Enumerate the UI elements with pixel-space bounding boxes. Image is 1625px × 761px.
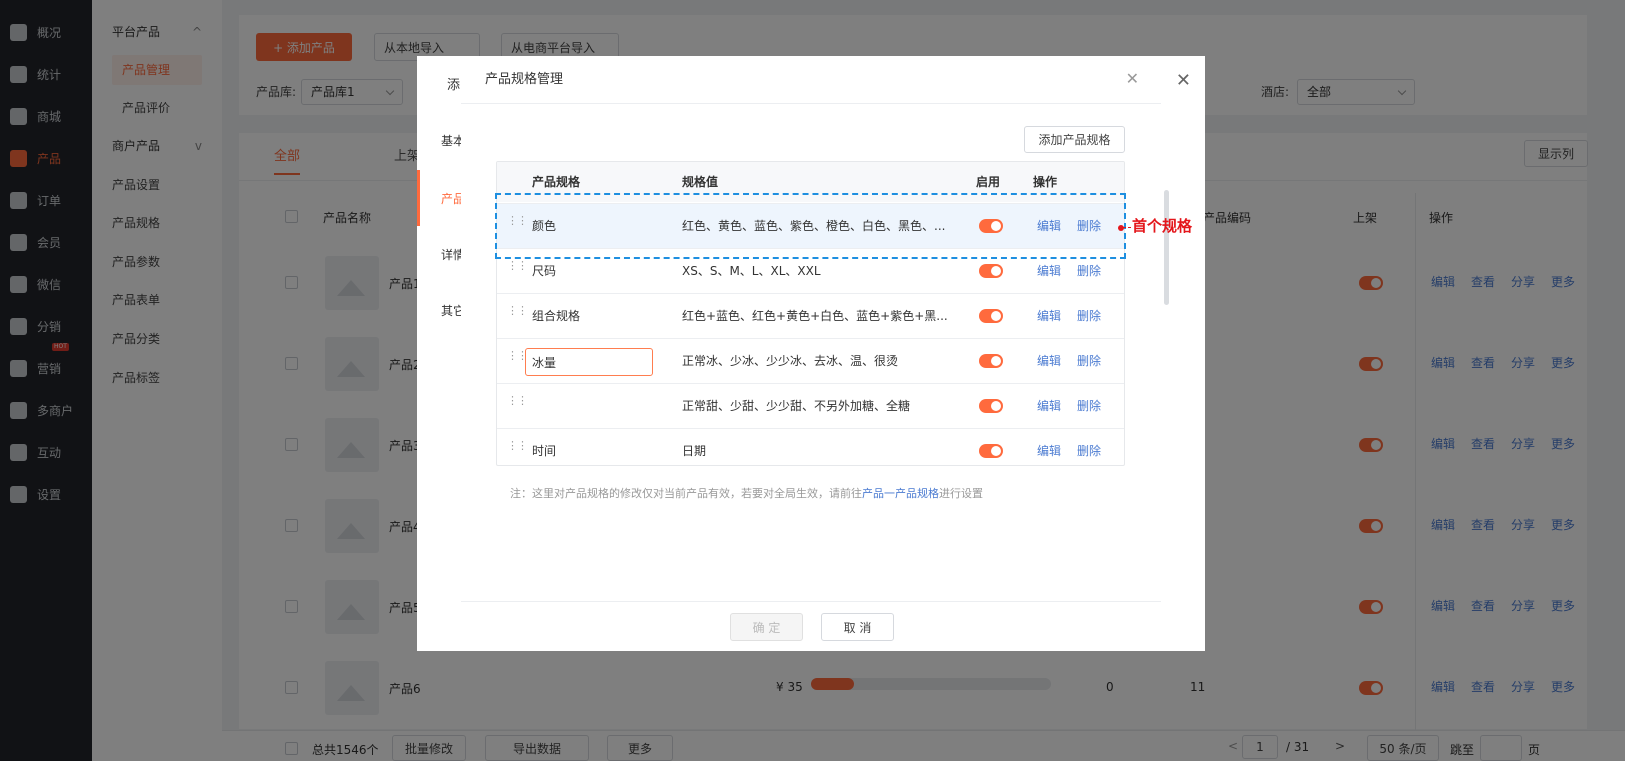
spec-name: 组合规格 bbox=[532, 309, 581, 323]
drag-handle-icon[interactable]: ⋮⋮ bbox=[507, 350, 528, 367]
close-icon[interactable]: ✕ bbox=[1176, 70, 1191, 91]
active-tab-indicator bbox=[417, 170, 420, 226]
scrollbar-thumb[interactable] bbox=[1164, 190, 1169, 305]
spec-value: 正常甜、少甜、少少甜、不另外加糖、全糖 bbox=[682, 399, 911, 413]
add-product-dialog-title: 添 bbox=[447, 78, 461, 93]
spec-value: 红色+蓝色、红色+黄色+白色、蓝色+紫色+黑... bbox=[682, 309, 948, 323]
spec-delete-link[interactable]: 删除 bbox=[1077, 384, 1101, 428]
dialog-title: 产品规格管理 bbox=[485, 72, 564, 87]
spec-row[interactable]: ⋮⋮ 时间 日期 编辑 删除 bbox=[497, 428, 1124, 465]
spec-delete-link[interactable]: 删除 bbox=[1077, 294, 1101, 338]
drag-handle-icon[interactable]: ⋮⋮ bbox=[507, 440, 528, 457]
drag-handle-icon[interactable]: ⋮⋮ bbox=[507, 260, 528, 277]
spec-delete-link[interactable]: 删除 bbox=[1077, 339, 1101, 383]
spec-row[interactable]: ⋮⋮ 正常冰、少冰、少少冰、去冰、温、很烫 编辑 删除 bbox=[497, 338, 1124, 383]
dialog-header-divider bbox=[461, 103, 1161, 104]
spec-edit-link[interactable]: 编辑 bbox=[1037, 339, 1061, 383]
enable-toggle[interactable] bbox=[979, 309, 1003, 323]
callout-connector bbox=[1123, 227, 1131, 228]
callout-label: 首个规格 bbox=[1132, 217, 1193, 235]
spec-value: 正常冰、少冰、少少冰、去冰、温、很烫 bbox=[682, 354, 899, 368]
spec-name: 时间 bbox=[532, 444, 557, 458]
spec-manage-dialog: 产品规格管理 ✕ 添加产品规格 产品规格 规格值 启用 操作 ⋮⋮ 颜色 红色、… bbox=[461, 57, 1161, 651]
spec-row[interactable]: ⋮⋮ 组合规格 红色+蓝色、红色+黄色+白色、蓝色+紫色+黑... 编辑 删除 bbox=[497, 293, 1124, 338]
spec-edit-link[interactable]: 编辑 bbox=[1037, 384, 1061, 428]
confirm-button[interactable]: 确 定 bbox=[730, 613, 803, 641]
note-text-suffix: 进行设置 bbox=[939, 487, 983, 500]
dialog-footer-divider bbox=[461, 601, 1161, 602]
enable-toggle[interactable] bbox=[979, 354, 1003, 368]
enable-toggle[interactable] bbox=[979, 264, 1003, 278]
enable-toggle[interactable] bbox=[979, 444, 1003, 458]
enable-toggle[interactable] bbox=[979, 399, 1003, 413]
note-text: 注：这里对产品规格的修改仅对当前产品有效，若要对全局生效，请前往 bbox=[510, 487, 862, 500]
first-spec-highlight bbox=[495, 193, 1126, 259]
add-spec-button[interactable]: 添加产品规格 bbox=[1024, 126, 1125, 153]
scope-note: 注：这里对产品规格的修改仅对当前产品有效，若要对全局生效，请前往产品一产品规格进… bbox=[510, 485, 983, 501]
cancel-button[interactable]: 取 消 bbox=[821, 613, 894, 641]
spec-delete-link[interactable]: 删除 bbox=[1077, 429, 1101, 465]
spec-edit-link[interactable]: 编辑 bbox=[1037, 429, 1061, 465]
spec-name-input[interactable] bbox=[525, 348, 653, 376]
drag-handle-icon[interactable]: ⋮⋮ bbox=[507, 395, 528, 412]
spec-settings-link[interactable]: 产品一产品规格 bbox=[862, 487, 939, 500]
close-icon[interactable]: ✕ bbox=[1126, 69, 1139, 88]
spec-value: 日期 bbox=[682, 444, 707, 458]
spec-row[interactable]: ⋮⋮ 正常甜、少甜、少少甜、不另外加糖、全糖 编辑 删除 bbox=[497, 383, 1124, 428]
drag-handle-icon[interactable]: ⋮⋮ bbox=[507, 305, 528, 322]
spec-edit-link[interactable]: 编辑 bbox=[1037, 294, 1061, 338]
callout-dot bbox=[1118, 225, 1124, 231]
